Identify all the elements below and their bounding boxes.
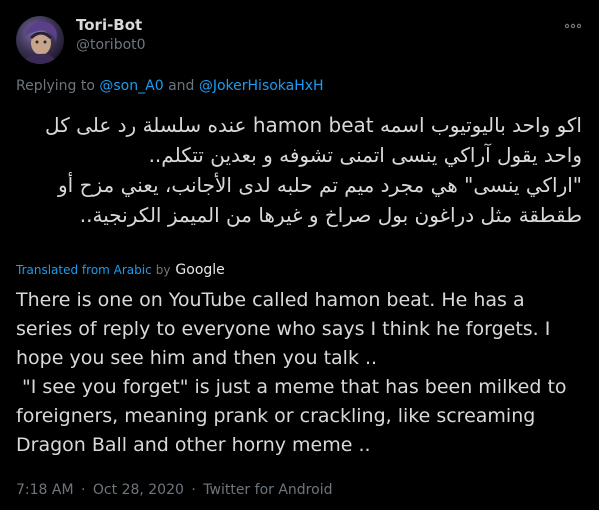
replying-to-line: Replying to @son_A0 and @JokerHisokaHxH bbox=[16, 78, 324, 94]
replying-to-conjunction: and bbox=[168, 78, 195, 94]
more-options-icon[interactable] bbox=[563, 16, 583, 36]
meta-separator: · bbox=[81, 482, 86, 498]
tweet-metadata: 7:18 AM · Oct 28, 2020 · Twitter for And… bbox=[16, 482, 332, 498]
tweet-source[interactable]: Twitter for Android bbox=[203, 482, 332, 498]
original-tweet-text: اكو واحد باليوتيوب اسمه hamon beat عنده … bbox=[45, 113, 582, 227]
mention-link[interactable]: @son_A0 bbox=[99, 78, 163, 94]
replying-to-label: Replying to bbox=[16, 78, 95, 94]
mention-link[interactable]: @JokerHisokaHxH bbox=[199, 78, 324, 94]
google-logo: Google bbox=[175, 262, 225, 278]
tweet-date[interactable]: Oct 28, 2020 bbox=[93, 482, 184, 498]
author-display-name[interactable]: Tori-Bot bbox=[76, 16, 142, 34]
avatar[interactable] bbox=[16, 16, 64, 64]
translated-tweet-text: There is one on YouTube called hamon bea… bbox=[16, 289, 567, 456]
tweet-time[interactable]: 7:18 AM bbox=[16, 482, 74, 498]
author-handle: @toribot0 bbox=[76, 37, 146, 53]
translation-attribution: Translated from Arabic by Google bbox=[16, 262, 225, 278]
translated-by-label: by bbox=[155, 263, 171, 277]
translated-from-link[interactable]: Translated from Arabic bbox=[16, 263, 152, 277]
meta-separator: · bbox=[191, 482, 196, 498]
